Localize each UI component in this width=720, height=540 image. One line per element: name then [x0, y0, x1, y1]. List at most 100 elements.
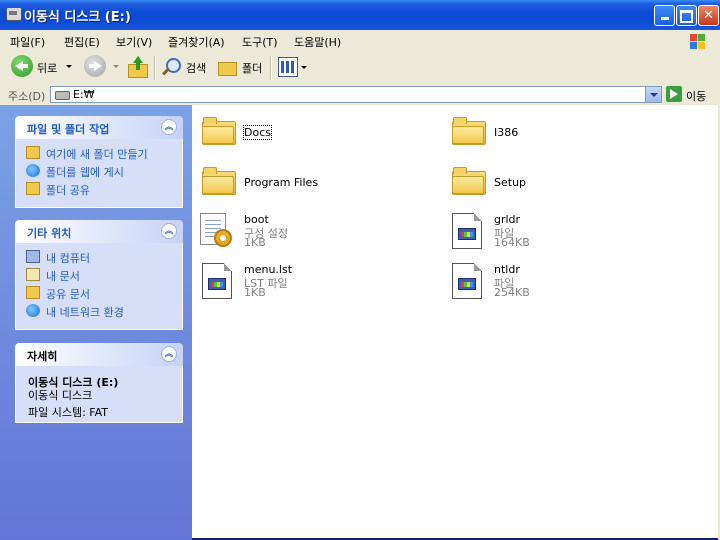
minimize-button[interactable] — [654, 5, 675, 26]
menu-edit[interactable]: 편집(E) — [64, 34, 100, 50]
panel-title: 기타 위치 — [27, 227, 72, 240]
panel-header[interactable]: 기타 위치 ︽ — [15, 220, 183, 243]
search-label[interactable]: 검색 — [186, 60, 206, 76]
file-item-docs[interactable]: Docs — [192, 109, 432, 153]
shared-folder-icon — [26, 286, 40, 299]
file-list[interactable]: Docs I386 Program Files Setup boot 구성 설정… — [192, 105, 718, 538]
other-places-panel: 기타 위치 ︽ 내 컴퓨터 내 문서 공유 문서 내 네트워크 환경 — [15, 220, 183, 330]
search-button[interactable] — [160, 56, 182, 78]
address-input[interactable]: E:₩ — [50, 86, 662, 103]
back-button[interactable] — [11, 55, 33, 77]
toolbar-separator — [270, 56, 272, 80]
toolbar-separator — [154, 56, 156, 80]
file-size: 254KB — [494, 286, 530, 299]
go-arrow-icon[interactable] — [666, 86, 682, 102]
forward-dropdown-icon[interactable] — [113, 65, 119, 68]
go-button[interactable]: 이동 — [686, 88, 706, 104]
up-folder-button[interactable] — [126, 56, 148, 78]
close-icon: ✕ — [703, 8, 714, 23]
windows-logo-icon — [684, 31, 714, 51]
file-item-setup[interactable]: Setup — [442, 159, 682, 203]
folders-button[interactable] — [218, 58, 238, 76]
views-dropdown-icon[interactable] — [301, 66, 307, 69]
network-icon — [26, 304, 40, 317]
place-label[interactable]: 내 문서 — [46, 268, 80, 284]
folder-icon — [202, 117, 236, 145]
file-item-boot[interactable]: boot 구성 설정 1KB — [192, 209, 432, 253]
file-item-i386[interactable]: I386 — [442, 109, 682, 153]
file-size: 164KB — [494, 236, 530, 249]
toolbar: 뒤로 검색 폴더 — [0, 52, 720, 85]
documents-icon — [26, 268, 40, 281]
panel-body: 이동식 디스크 (E:) 이동식 디스크 파일 시스템: FAT — [15, 366, 183, 423]
file-folder-tasks-panel: 파일 및 폴더 작업 ︽ 여기에 새 폴더 만들기 폴더를 웹에 게시 폴더 공… — [15, 116, 183, 208]
panel-header[interactable]: 자세히 ︽ — [15, 343, 183, 366]
file-item-grldr[interactable]: grldr 파일 164KB — [442, 209, 682, 253]
details-panel: 자세히 ︽ 이동식 디스크 (E:) 이동식 디스크 파일 시스템: FAT — [15, 343, 183, 423]
file-item-menu-lst[interactable]: menu.lst LST 파일 1KB — [192, 259, 432, 303]
window-title: 이동식 디스크 (E:) — [24, 10, 131, 25]
file-name[interactable]: Docs — [243, 125, 272, 140]
maximize-icon — [680, 10, 693, 23]
menu-tools[interactable]: 도구(T) — [242, 34, 278, 50]
collapse-chevron-icon[interactable]: ︽ — [161, 223, 177, 239]
panel-header[interactable]: 파일 및 폴더 작업 ︽ — [15, 116, 183, 139]
file-name[interactable]: Setup — [494, 176, 526, 189]
menu-file[interactable]: 파일(F) — [10, 34, 45, 50]
drive-icon — [6, 7, 22, 21]
task-label[interactable]: 폴더를 웹에 게시 — [46, 164, 124, 180]
explorer-window: 이동식 디스크 (E:) ✕ 파일(F) 편집(E) 보기(V) 즐겨찾기(A)… — [0, 0, 720, 540]
close-button[interactable]: ✕ — [698, 5, 719, 26]
forward-button[interactable] — [84, 55, 106, 77]
folders-icon — [218, 62, 237, 76]
maximize-button[interactable] — [676, 5, 697, 26]
place-label[interactable]: 내 컴퓨터 — [46, 250, 90, 266]
menu-bar: 파일(F) 편집(E) 보기(V) 즐겨찾기(A) 도구(T) 도움말(H) — [0, 30, 720, 53]
globe-icon — [26, 164, 40, 177]
computer-icon — [26, 250, 40, 263]
menu-favorites[interactable]: 즐겨찾기(A) — [168, 34, 225, 50]
details-type: 이동식 디스크 — [28, 389, 93, 402]
task-label[interactable]: 폴더 공유 — [46, 182, 90, 198]
menu-view[interactable]: 보기(V) — [116, 34, 152, 50]
views-icon — [281, 61, 295, 73]
file-name[interactable]: I386 — [494, 126, 518, 139]
file-icon — [202, 263, 232, 299]
task-pane: 파일 및 폴더 작업 ︽ 여기에 새 폴더 만들기 폴더를 웹에 게시 폴더 공… — [0, 105, 192, 540]
panel-body: 여기에 새 폴더 만들기 폴더를 웹에 게시 폴더 공유 — [15, 139, 183, 208]
address-value[interactable]: E:₩ — [73, 88, 95, 101]
forward-arrow-icon — [94, 61, 102, 71]
file-item-ntldr[interactable]: ntldr 파일 254KB — [442, 259, 682, 303]
file-icon — [452, 213, 482, 249]
config-settings-icon — [200, 213, 234, 249]
minimize-icon — [660, 17, 669, 20]
panel-body: 내 컴퓨터 내 문서 공유 문서 내 네트워크 환경 — [15, 243, 183, 330]
address-label: 주소(D) — [8, 90, 46, 103]
menu-help[interactable]: 도움말(H) — [294, 34, 341, 50]
file-name[interactable]: Program Files — [244, 176, 318, 189]
task-label[interactable]: 여기에 새 폴더 만들기 — [46, 146, 148, 162]
file-size: 1KB — [244, 286, 266, 299]
folder-icon — [202, 167, 236, 195]
folder-icon — [452, 117, 486, 145]
collapse-chevron-icon[interactable]: ︽ — [161, 346, 177, 362]
address-dropdown-button[interactable] — [645, 87, 661, 102]
details-filesystem: 파일 시스템: FAT — [28, 406, 109, 419]
file-item-program-files[interactable]: Program Files — [192, 159, 432, 203]
file-size: 1KB — [244, 236, 266, 249]
panel-title: 파일 및 폴더 작업 — [27, 123, 110, 136]
folders-label[interactable]: 폴더 — [242, 60, 262, 76]
address-bar: 주소(D) E:₩ 이동 — [0, 84, 720, 105]
views-button[interactable] — [278, 57, 298, 77]
back-dropdown-icon[interactable] — [66, 65, 72, 68]
file-icon — [452, 263, 482, 299]
place-label[interactable]: 공유 문서 — [46, 286, 90, 302]
back-label[interactable]: 뒤로 — [37, 60, 57, 76]
panel-title: 자세히 — [27, 350, 58, 363]
drive-icon — [55, 91, 70, 100]
folder-icon — [452, 167, 486, 195]
collapse-chevron-icon[interactable]: ︽ — [161, 119, 177, 135]
share-folder-icon — [26, 182, 40, 195]
title-bar[interactable]: 이동식 디스크 (E:) ✕ — [0, 0, 720, 30]
place-label[interactable]: 내 네트워크 환경 — [46, 304, 124, 320]
